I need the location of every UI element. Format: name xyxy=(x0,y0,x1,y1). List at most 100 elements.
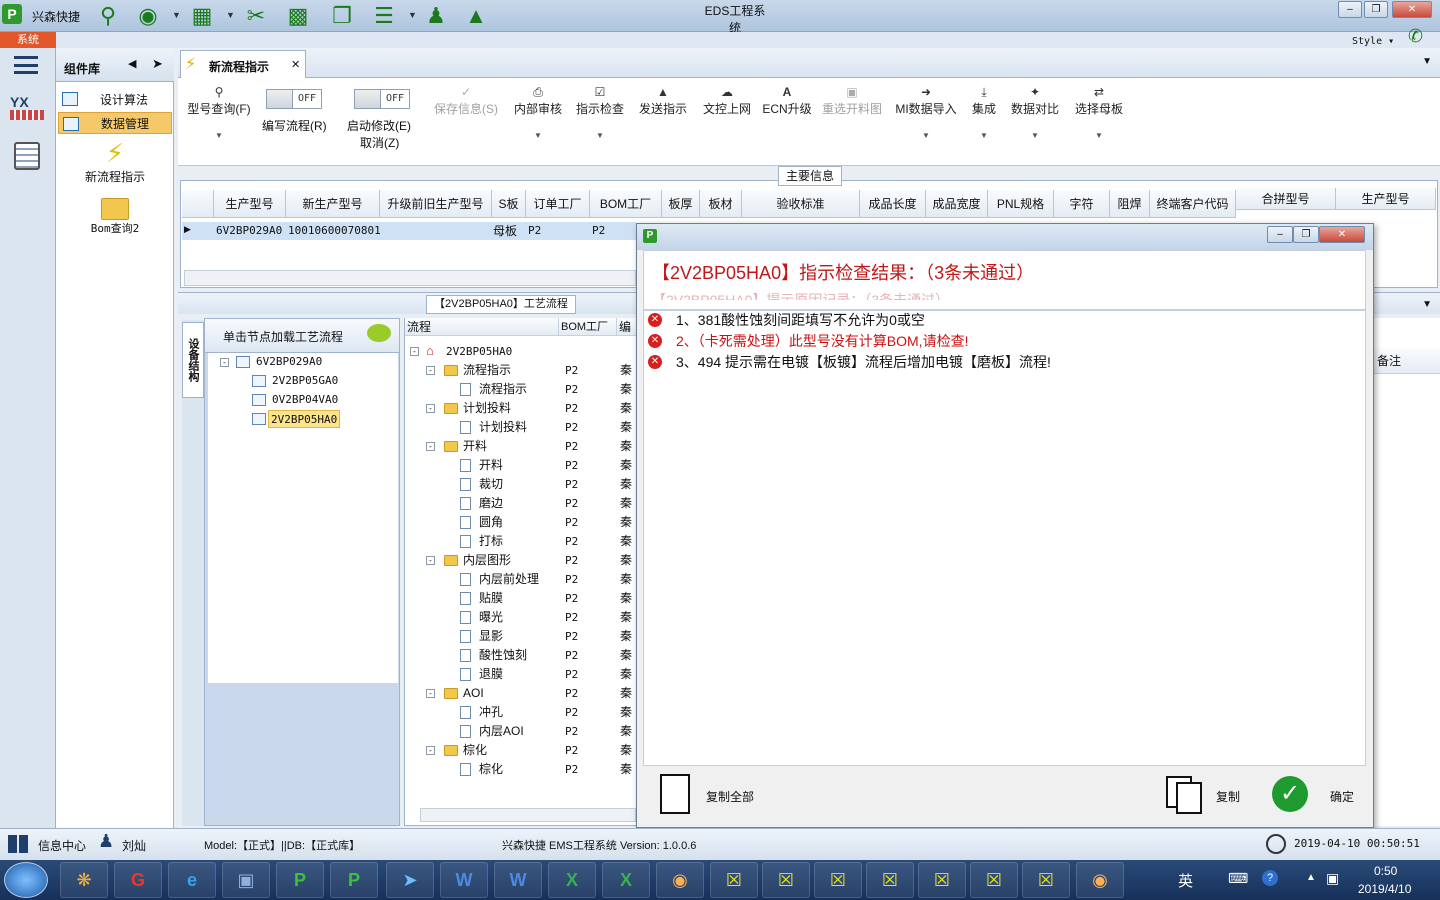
collapse-icon[interactable]: - xyxy=(426,689,435,698)
ok-button[interactable]: ✓ 确定 xyxy=(1270,772,1360,818)
column-header[interactable]: 阻焊 xyxy=(1110,190,1150,218)
column-header[interactable]: 升级前旧生产型号 xyxy=(380,190,492,218)
select-motherboard-button[interactable]: ⇄ 选择母板 ▼ xyxy=(1072,84,1126,140)
sidebar-item-design-algorithm[interactable]: 设计算法 xyxy=(58,88,172,110)
help-icon[interactable]: ? xyxy=(1262,870,1278,886)
network-icon[interactable]: ▣ xyxy=(1326,870,1339,887)
pin-icon[interactable]: ➤ xyxy=(152,56,163,72)
collapse-icon[interactable]: - xyxy=(410,347,419,356)
model-query-button[interactable]: ⚲ 型号查询(F) ▼ xyxy=(184,84,254,140)
sidebar-item-data-management[interactable]: 数据管理 xyxy=(58,112,172,134)
start-button[interactable] xyxy=(4,862,48,898)
column-header[interactable]: BOM工厂 xyxy=(559,318,617,336)
sidebar-item-bom-query[interactable]: Bom查询2 xyxy=(60,196,170,240)
tab-overflow-icon[interactable]: ▼ xyxy=(1422,56,1432,67)
maximize-button[interactable]: ❐ xyxy=(1364,1,1388,18)
collapse-left-icon[interactable]: ◀ xyxy=(128,57,136,70)
data-compare-button[interactable]: ✦ 数据对比 ▼ xyxy=(1008,84,1062,140)
taskbar-window-icon[interactable]: ☒ xyxy=(814,862,862,898)
tree-node[interactable]: 贴膜 xyxy=(479,589,503,608)
search-icon[interactable]: ⚲ xyxy=(94,2,122,30)
write-process-toggle[interactable]: OFF xyxy=(266,89,322,109)
taskbar-app-icon[interactable]: ◉ xyxy=(1076,862,1124,898)
chevron-down-icon[interactable]: ▼ xyxy=(1422,299,1432,310)
save-info-button[interactable]: ✓ 保存信息(S) xyxy=(430,84,502,117)
info-center-link[interactable]: 信息中心 xyxy=(38,837,86,854)
minimize-button[interactable]: – xyxy=(1338,1,1362,18)
ecn-upgrade-button[interactable]: A ECN升级 xyxy=(762,84,812,117)
taskbar-excel-icon[interactable]: X xyxy=(602,862,650,898)
taskbar-window-icon[interactable]: ☒ xyxy=(918,862,966,898)
copy-button[interactable]: 复制 xyxy=(1164,772,1254,818)
tree-node[interactable]: 计划投料 xyxy=(479,418,527,437)
column-header[interactable]: S板 xyxy=(492,190,526,218)
taskbar-excel-icon[interactable]: X xyxy=(548,862,596,898)
column-header[interactable]: 终端客户代码 xyxy=(1150,190,1236,218)
column-header[interactable]: 字符 xyxy=(1054,190,1110,218)
tab-close-icon[interactable]: ✕ xyxy=(291,58,300,71)
tree-node[interactable]: 内层前处理 xyxy=(479,570,539,589)
calculator-icon[interactable] xyxy=(14,142,40,170)
tree-node[interactable]: 开料 xyxy=(479,456,503,475)
yx-factory-icon[interactable]: YX xyxy=(10,94,44,126)
taskbar-window-icon[interactable]: ☒ xyxy=(1022,862,1070,898)
taskbar-window-icon[interactable]: ☒ xyxy=(866,862,914,898)
taskbar-app-icon[interactable]: ➤ xyxy=(386,862,434,898)
taskbar-window-icon[interactable]: ☒ xyxy=(970,862,1018,898)
column-header[interactable]: 订单工厂 xyxy=(526,190,590,218)
chart-icon[interactable]: ▲ xyxy=(462,2,490,30)
column-header[interactable]: 验收标准 xyxy=(742,190,860,218)
internal-review-button[interactable]: ⎙ 内部审核 ▼ xyxy=(512,84,564,140)
taskbar-word-icon[interactable]: W xyxy=(494,862,542,898)
cancel-button[interactable]: 取消(Z) xyxy=(360,134,399,151)
globe-icon[interactable]: ◉ xyxy=(134,2,162,30)
column-header[interactable]: BOM工厂 xyxy=(590,190,662,218)
collapse-icon[interactable]: - xyxy=(426,442,435,451)
copy-icon[interactable]: ❐ xyxy=(328,2,356,30)
tree-node[interactable]: 计划投料 xyxy=(463,399,511,418)
column-header[interactable]: 生产型号 xyxy=(1336,188,1436,210)
sidebar-item-new-process[interactable]: ⚡ 新流程指示 xyxy=(60,138,170,186)
doc-control-upload-button[interactable]: ☁ 文控上网 xyxy=(700,84,754,117)
column-header[interactable]: 板材 xyxy=(700,190,742,218)
tree-node[interactable]: 棕化 xyxy=(463,741,487,760)
taskbar-app-icon[interactable]: ◉ xyxy=(656,862,704,898)
tab-device-structure[interactable]: 设备结构 xyxy=(182,322,204,398)
tree-node[interactable]: 6V2BP029A0 xyxy=(254,353,324,371)
menu-icon[interactable] xyxy=(14,56,38,74)
tree-node[interactable]: AOI xyxy=(463,684,484,703)
send-instruction-button[interactable]: ▲ 发送指示 xyxy=(636,84,690,117)
tree-node[interactable]: 棕化 xyxy=(479,760,503,779)
taskbar-eds-icon[interactable]: P xyxy=(276,862,324,898)
taskbar-app-icon[interactable]: G xyxy=(114,862,162,898)
tree-node[interactable]: 0V2BP04VA0 xyxy=(270,391,340,409)
taskbar-eds-icon[interactable]: P xyxy=(330,862,378,898)
start-edit-toggle[interactable]: OFF xyxy=(354,89,410,109)
horizontal-scrollbar[interactable] xyxy=(184,270,636,286)
tree-node[interactable]: 2V2BP05GA0 xyxy=(270,372,340,390)
collapse-icon[interactable]: - xyxy=(426,556,435,565)
style-menu[interactable]: Style ▾ xyxy=(1352,36,1394,47)
taskbar-word-icon[interactable]: W xyxy=(440,862,488,898)
grid-icon[interactable]: ▦ xyxy=(188,2,216,30)
column-header[interactable]: 成品宽度 xyxy=(926,190,988,218)
collapse-icon[interactable]: - xyxy=(220,358,229,367)
tree-node[interactable]: 打标 xyxy=(479,532,503,551)
collapse-icon[interactable]: - xyxy=(426,366,435,375)
taskbar-ie-icon[interactable]: e xyxy=(168,862,216,898)
scissors-icon[interactable]: ✂ xyxy=(242,2,270,30)
column-header[interactable]: 备注 xyxy=(1371,348,1440,374)
close-button[interactable]: ✕ xyxy=(1392,1,1432,18)
column-header[interactable]: PNL规格 xyxy=(988,190,1054,218)
reselect-cutting-button[interactable]: ▣ 重选开料图 xyxy=(820,84,884,117)
tree-node[interactable]: 内层AOI xyxy=(479,722,524,741)
tree-node[interactable]: 酸性蚀刻 xyxy=(479,646,527,665)
tree-node[interactable]: 曝光 xyxy=(479,608,503,627)
keyboard-icon[interactable]: ⌨ xyxy=(1228,870,1248,887)
chevron-down-icon[interactable]: ▼ xyxy=(408,10,417,20)
taskbar-save-icon[interactable]: ▣ xyxy=(222,862,270,898)
system-tab[interactable]: 系统 xyxy=(0,32,56,48)
tree-node[interactable]: 裁切 xyxy=(479,475,503,494)
tree-node[interactable]: 圆角 xyxy=(479,513,503,532)
phone-icon[interactable]: ✆ xyxy=(1408,26,1423,47)
